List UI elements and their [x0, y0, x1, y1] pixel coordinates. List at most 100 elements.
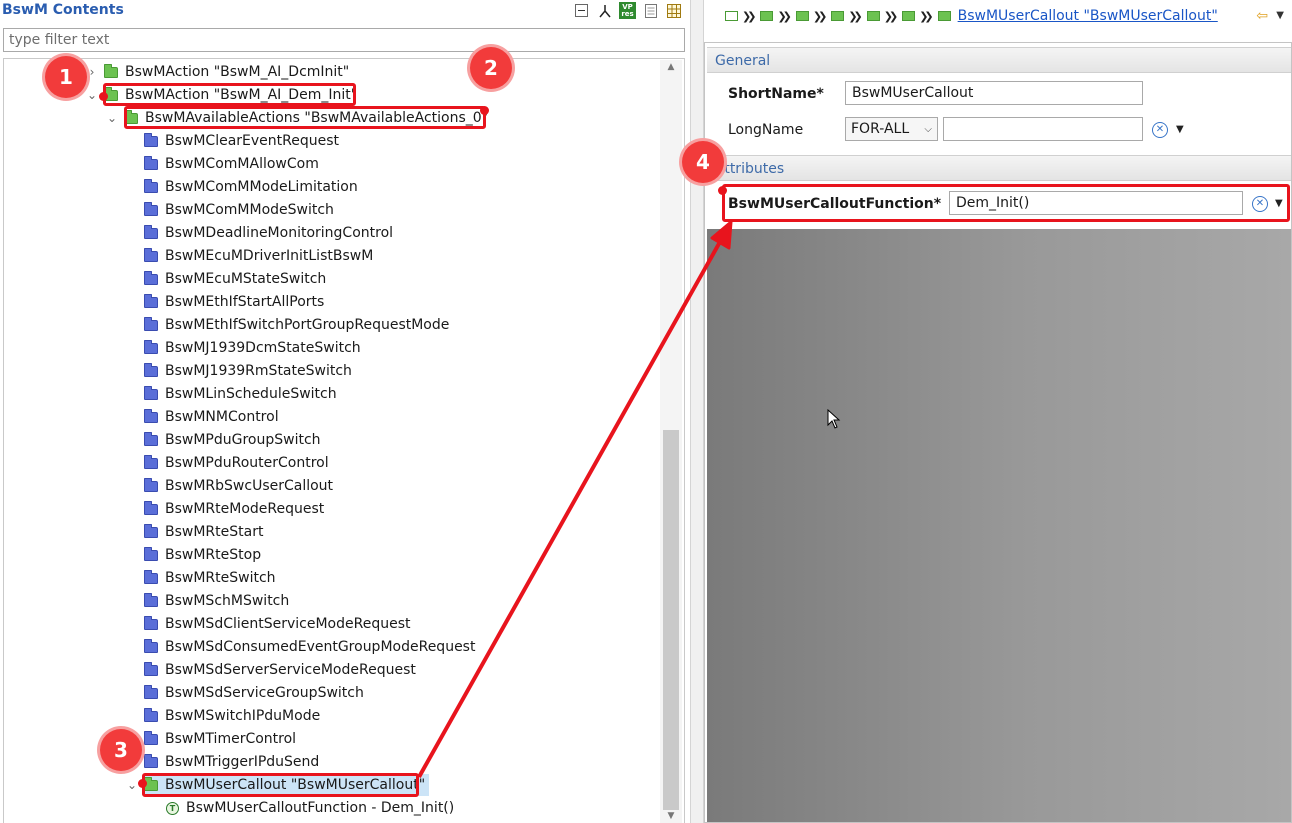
- clear-value-icon[interactable]: ✕: [1152, 122, 1168, 138]
- tree-item[interactable]: BswMEcuMStateSwitch: [144, 268, 326, 290]
- tree-item[interactable]: BswMJ1939DcmStateSwitch: [144, 337, 361, 359]
- pane-splitter[interactable]: [690, 0, 704, 823]
- tree-item[interactable]: BswMSchMSwitch: [144, 590, 289, 612]
- general-section-header[interactable]: General: [707, 47, 1291, 73]
- collapse-chevron-icon[interactable]: ›: [86, 65, 98, 79]
- tree-item[interactable]: BswMComMModeLimitation: [144, 176, 358, 198]
- back-arrow-icon[interactable]: ⇦: [1256, 8, 1268, 24]
- tree-item[interactable]: BswMTimerControl: [144, 728, 296, 750]
- breadcrumb-separator-icon: ❯❯: [777, 9, 792, 23]
- blue-folder-icon: [144, 293, 158, 308]
- tree-item[interactable]: BswMSdServiceGroupSwitch: [144, 682, 364, 704]
- tree-item-label: BswMSdClientServiceModeRequest: [165, 616, 411, 632]
- document-icon[interactable]: [642, 2, 659, 19]
- link-editor-icon[interactable]: [596, 2, 613, 19]
- tree-scrollbar[interactable]: ▲ ▼: [660, 60, 682, 823]
- tree-item[interactable]: BswMRteStart: [144, 521, 263, 543]
- tree-item[interactable]: BswMPduRouterControl: [144, 452, 329, 474]
- tree-item[interactable]: BswMSdServerServiceModeRequest: [144, 659, 416, 681]
- scroll-down-icon[interactable]: ▼: [660, 811, 682, 821]
- tree-item[interactable]: BswMSdConsumedEventGroupModeRequest: [144, 636, 475, 658]
- tree-item-label: BswMDeadlineMonitoringControl: [165, 225, 394, 241]
- blue-folder-icon: [144, 592, 158, 607]
- tree-item-label: BswMRbSwcUserCallout: [165, 478, 334, 494]
- badge-2-pointer: [480, 106, 489, 115]
- chevron-down-icon[interactable]: ▼: [1276, 10, 1284, 21]
- annotation-badge-3: 3: [100, 729, 142, 771]
- tree-item-label: BswMComMModeSwitch: [165, 202, 334, 218]
- editor-form: General ShortName* BswMUserCallout LongN…: [704, 42, 1292, 823]
- empty-editor-area: [707, 229, 1291, 822]
- tree-item[interactable]: BswMComMModeSwitch: [144, 199, 334, 221]
- blue-folder-icon: [144, 707, 158, 722]
- collapse-all-icon[interactable]: [573, 2, 590, 19]
- breadcrumb: ❯❯ ❯❯ ❯❯ ❯❯ ❯❯ ❯❯ BswMUserCallout "BswMU…: [722, 8, 1218, 24]
- parameter-icon: T: [166, 801, 179, 815]
- vp-res-label-bottom: res: [621, 9, 634, 18]
- scrollbar-thumb[interactable]: [663, 430, 679, 810]
- tree-item-label: BswMRteModeRequest: [165, 501, 325, 517]
- blue-folder-icon: [144, 201, 158, 216]
- tree-item-label: BswMPduGroupSwitch: [165, 432, 321, 448]
- blue-folder-icon: [144, 753, 158, 768]
- tree-item-label: BswMJ1939RmStateSwitch: [165, 363, 352, 379]
- breadcrumb-folder-icon[interactable]: [831, 11, 845, 21]
- tree-item[interactable]: BswMJ1939RmStateSwitch: [144, 360, 352, 382]
- expand-chevron-icon[interactable]: ⌄: [106, 111, 118, 125]
- breadcrumb-folder-icon[interactable]: [937, 11, 951, 21]
- tree-item[interactable]: BswMTriggerIPduSend: [144, 751, 319, 773]
- dropdown-arrow-icon[interactable]: ▼: [1176, 124, 1184, 135]
- attributes-section-header[interactable]: Attributes: [707, 155, 1291, 181]
- tree-item[interactable]: BswMClearEventRequest: [144, 130, 339, 152]
- tree-item[interactable]: BswMEthIfStartAllPorts: [144, 291, 324, 313]
- blue-folder-icon: [144, 339, 158, 354]
- breadcrumb-folder-icon[interactable]: [795, 11, 809, 21]
- filter-input[interactable]: [3, 28, 685, 52]
- highlight-box-1: [103, 83, 356, 106]
- tree-item-label: BswMSdServiceGroupSwitch: [165, 685, 364, 701]
- blue-folder-icon: [144, 454, 158, 469]
- blue-folder-icon: [144, 684, 158, 699]
- tree-item[interactable]: BswMComMAllowCom: [144, 153, 319, 175]
- language-select[interactable]: FOR-ALL ⌵: [845, 117, 938, 141]
- tree-item[interactable]: BswMSdClientServiceModeRequest: [144, 613, 411, 635]
- expand-chevron-icon[interactable]: ⌄: [126, 778, 138, 792]
- annotation-badge-1: 1: [45, 56, 87, 98]
- tree-item[interactable]: BswMEcuMDriverInitListBswM: [144, 245, 373, 267]
- breadcrumb-current-link[interactable]: BswMUserCallout "BswMUserCallout": [958, 8, 1218, 24]
- tree-item-label: BswMRteStop: [165, 547, 262, 563]
- tree-item-label: BswMEthIfStartAllPorts: [165, 294, 325, 310]
- tree-item[interactable]: › BswMAction "BswM_AI_DcmInit": [90, 61, 349, 83]
- chevron-down-icon: ⌵: [924, 123, 932, 135]
- tree-item[interactable]: T BswMUserCalloutFunction - Dem_Init(): [166, 797, 454, 819]
- annotation-badge-2: 2: [470, 47, 512, 89]
- tree-item[interactable]: BswMEthIfSwitchPortGroupRequestMode: [144, 314, 449, 336]
- tree-item[interactable]: BswMRteSwitch: [144, 567, 276, 589]
- tree-item-label: BswMLinScheduleSwitch: [165, 386, 337, 402]
- tree-item[interactable]: BswMDeadlineMonitoringControl: [144, 222, 393, 244]
- blue-folder-icon: [144, 615, 158, 630]
- breadcrumb-separator-icon: ❯❯: [883, 9, 899, 23]
- breadcrumb-folder-icon[interactable]: [902, 11, 916, 21]
- tree-item[interactable]: BswMRteStop: [144, 544, 261, 566]
- scroll-up-icon[interactable]: ▲: [660, 62, 682, 72]
- tree-item[interactable]: BswMRteModeRequest: [144, 498, 324, 520]
- tree-item-label: BswMSchMSwitch: [165, 593, 290, 609]
- table-view-icon[interactable]: [665, 2, 682, 19]
- blue-folder-icon: [144, 132, 158, 147]
- tree-item[interactable]: BswMSwitchIPduMode: [144, 705, 320, 727]
- highlight-box-4: [722, 184, 1290, 222]
- shortname-field[interactable]: BswMUserCallout: [845, 81, 1143, 105]
- blue-folder-icon: [144, 408, 158, 423]
- expand-chevron-icon[interactable]: ⌄: [86, 88, 98, 102]
- breadcrumb-folder-icon[interactable]: [760, 11, 774, 21]
- breadcrumb-folder-icon[interactable]: [725, 11, 738, 21]
- tree-item[interactable]: BswMPduGroupSwitch: [144, 429, 321, 451]
- longname-field[interactable]: [943, 117, 1143, 141]
- tree-item[interactable]: BswMRbSwcUserCallout: [144, 475, 333, 497]
- vp-res-icon[interactable]: VP res: [619, 2, 636, 19]
- tree-item[interactable]: BswMNMControl: [144, 406, 279, 428]
- breadcrumb-folder-icon[interactable]: [866, 11, 880, 21]
- blue-folder-icon: [144, 247, 158, 262]
- tree-item[interactable]: BswMLinScheduleSwitch: [144, 383, 337, 405]
